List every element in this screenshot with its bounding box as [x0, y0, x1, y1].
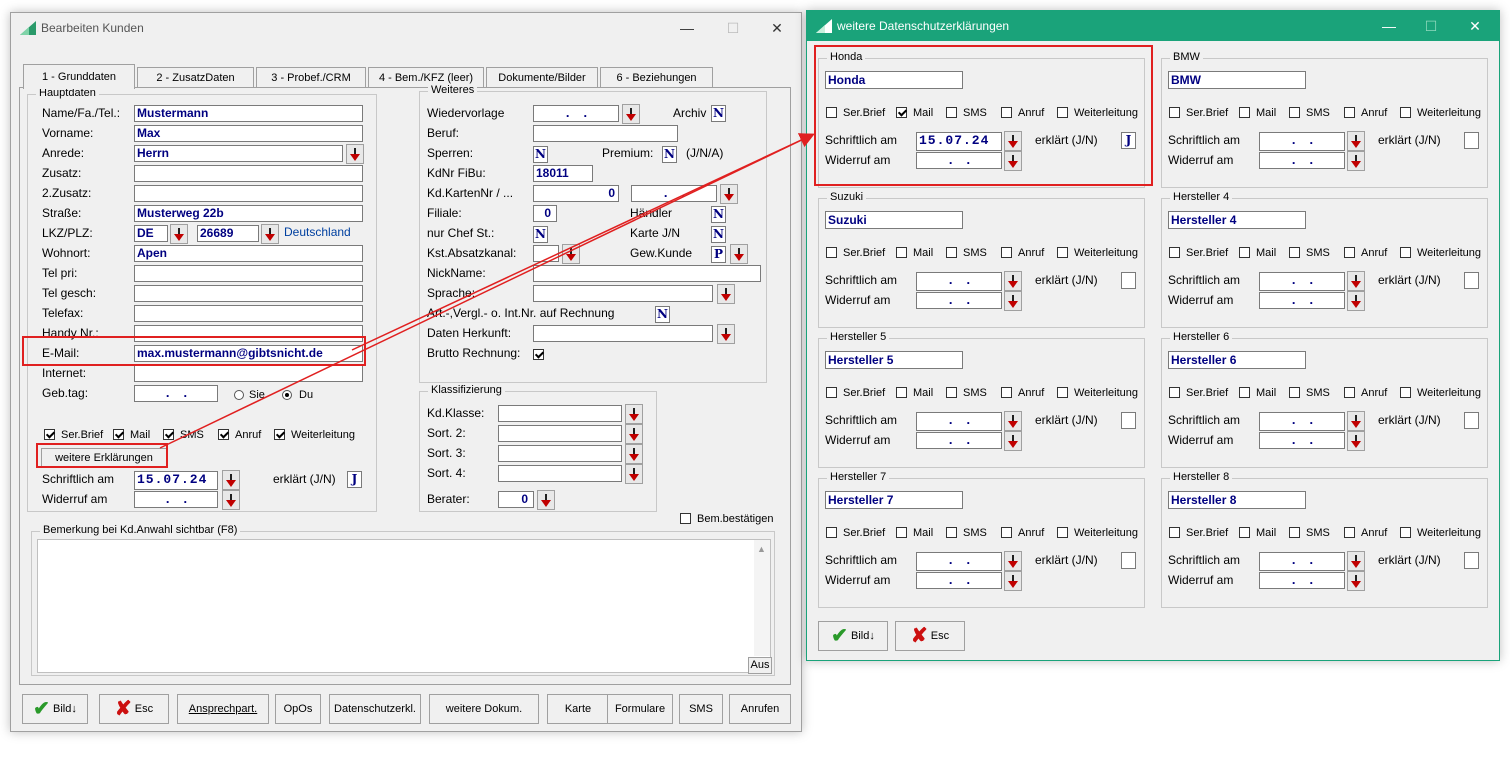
email-arrow [351, 133, 815, 351]
button-arrow [159, 133, 815, 449]
annotation-arrows [159, 133, 815, 449]
tab-grunddaten[interactable]: 1 - Grunddaten [23, 64, 135, 89]
